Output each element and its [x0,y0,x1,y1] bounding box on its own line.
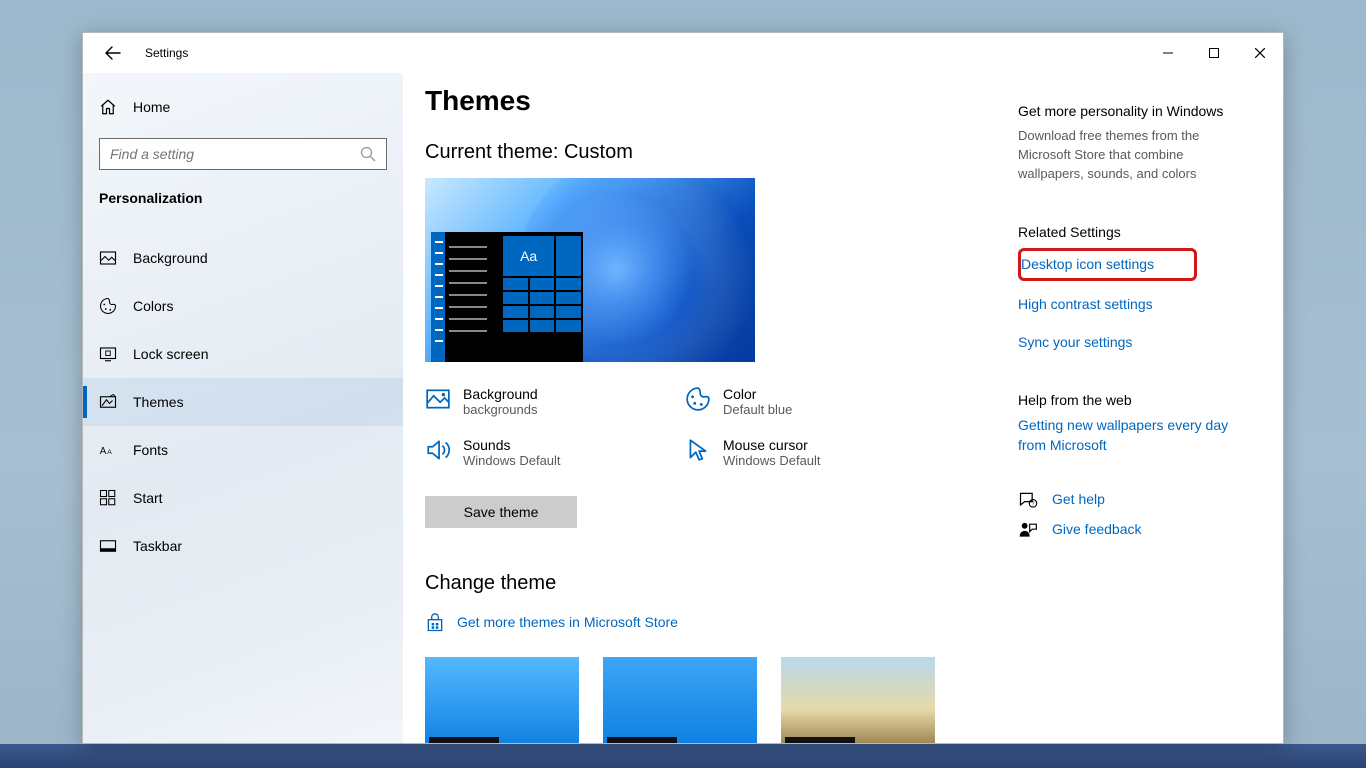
colors-icon [99,297,117,315]
back-button[interactable] [101,41,125,65]
get-help-label: Get help [1052,490,1105,510]
help-from-web-heading: Help from the web [1018,392,1253,408]
preview-aa-tile: Aa [503,236,554,276]
setting-title: Mouse cursor [723,437,821,453]
setting-title: Sounds [463,437,561,453]
sidebar-home[interactable]: Home [83,88,403,126]
desktop-taskbar [0,744,1366,768]
setting-value: Windows Default [463,453,561,468]
give-feedback-label: Give feedback [1052,520,1142,540]
background-icon [99,249,117,267]
sidebar-home-label: Home [133,99,170,115]
settings-window: Settings Home Personalization [82,32,1284,744]
theme-setting-sounds[interactable]: Sounds Windows Default [425,437,685,468]
titlebar: Settings [83,33,1283,73]
link-desktop-icon-settings[interactable]: Desktop icon settings [1021,255,1154,275]
link-high-contrast[interactable]: High contrast settings [1018,295,1253,315]
sidebar-item-colors[interactable]: Colors [83,282,403,330]
get-themes-store-link[interactable]: Get more themes in Microsoft Store [425,613,1000,633]
picture-icon [425,386,451,412]
sidebar-nav: Background Colors Lock screen Themes AA … [83,234,403,570]
home-icon [99,98,117,116]
get-help-link[interactable]: ? Get help [1018,490,1253,510]
close-button[interactable] [1237,37,1283,69]
sidebar-item-label: Taskbar [133,538,182,554]
sidebar-section-label: Personalization [99,190,387,206]
svg-text:A: A [107,449,112,456]
link-sync-settings[interactable]: Sync your settings [1018,333,1253,353]
related-settings-heading: Related Settings [1018,224,1253,240]
sidebar-item-taskbar[interactable]: Taskbar [83,522,403,570]
setting-value: Windows Default [723,453,821,468]
svg-text:A: A [100,446,107,457]
setting-title: Color [723,386,792,402]
sidebar-item-fonts[interactable]: AA Fonts [83,426,403,474]
give-feedback-link[interactable]: Give feedback [1018,520,1253,540]
search-icon [360,146,376,162]
sidebar-item-label: Fonts [133,442,168,458]
search-input[interactable] [110,146,360,162]
maximize-button[interactable] [1191,37,1237,69]
sidebar-item-label: Themes [133,394,184,410]
sidebar-item-label: Lock screen [133,346,208,362]
current-theme-label: Current theme: Custom [425,141,1000,164]
theme-thumb-1[interactable] [425,657,579,743]
sidebar: Home Personalization Background Colors [83,73,403,743]
sidebar-item-label: Background [133,250,208,266]
sidebar-item-label: Colors [133,298,173,314]
link-wallpapers-help[interactable]: Getting new wallpapers every day from Mi… [1018,416,1238,455]
theme-thumb-3[interactable] [781,657,935,743]
setting-value: Default blue [723,402,792,417]
feedback-icon [1018,520,1038,540]
setting-value: backgrounds [463,402,538,417]
sidebar-item-themes[interactable]: Themes [83,378,403,426]
store-link-text: Get more themes in Microsoft Store [457,613,678,633]
sidebar-item-lockscreen[interactable]: Lock screen [83,330,403,378]
theme-thumbnails [425,657,1000,743]
start-icon [99,489,117,507]
theme-setting-color[interactable]: Color Default blue [685,386,945,417]
palette-icon [685,386,711,412]
sidebar-item-label: Start [133,490,163,506]
fonts-icon: AA [99,441,117,459]
sound-icon [425,437,451,463]
main-content: Themes Current theme: Custom [403,73,1283,743]
page-title: Themes [425,85,1000,117]
store-icon [425,613,445,633]
minimize-button[interactable] [1145,37,1191,69]
back-arrow-icon [105,45,121,61]
theme-setting-background[interactable]: Background backgrounds [425,386,685,417]
search-box[interactable] [99,138,387,170]
theme-setting-mouse[interactable]: Mouse cursor Windows Default [685,437,945,468]
highlight-annotation: Desktop icon settings [1018,248,1197,282]
setting-title: Background [463,386,538,402]
minimize-icon [1163,48,1173,58]
theme-thumb-2[interactable] [603,657,757,743]
themes-icon [99,393,117,411]
promo-title: Get more personality in Windows [1018,103,1253,119]
change-theme-heading: Change theme [425,572,1000,595]
chat-help-icon: ? [1018,490,1038,510]
maximize-icon [1209,48,1219,58]
promo-description: Download free themes from the Microsoft … [1018,127,1238,184]
sidebar-item-start[interactable]: Start [83,474,403,522]
close-icon [1255,48,1265,58]
window-title: Settings [145,46,188,60]
cursor-icon [685,437,711,463]
theme-preview: Aa [425,178,755,362]
taskbar-icon [99,537,117,555]
svg-text:?: ? [1032,501,1035,507]
sidebar-item-background[interactable]: Background [83,234,403,282]
lockscreen-icon [99,345,117,363]
save-theme-button[interactable]: Save theme [425,496,577,528]
